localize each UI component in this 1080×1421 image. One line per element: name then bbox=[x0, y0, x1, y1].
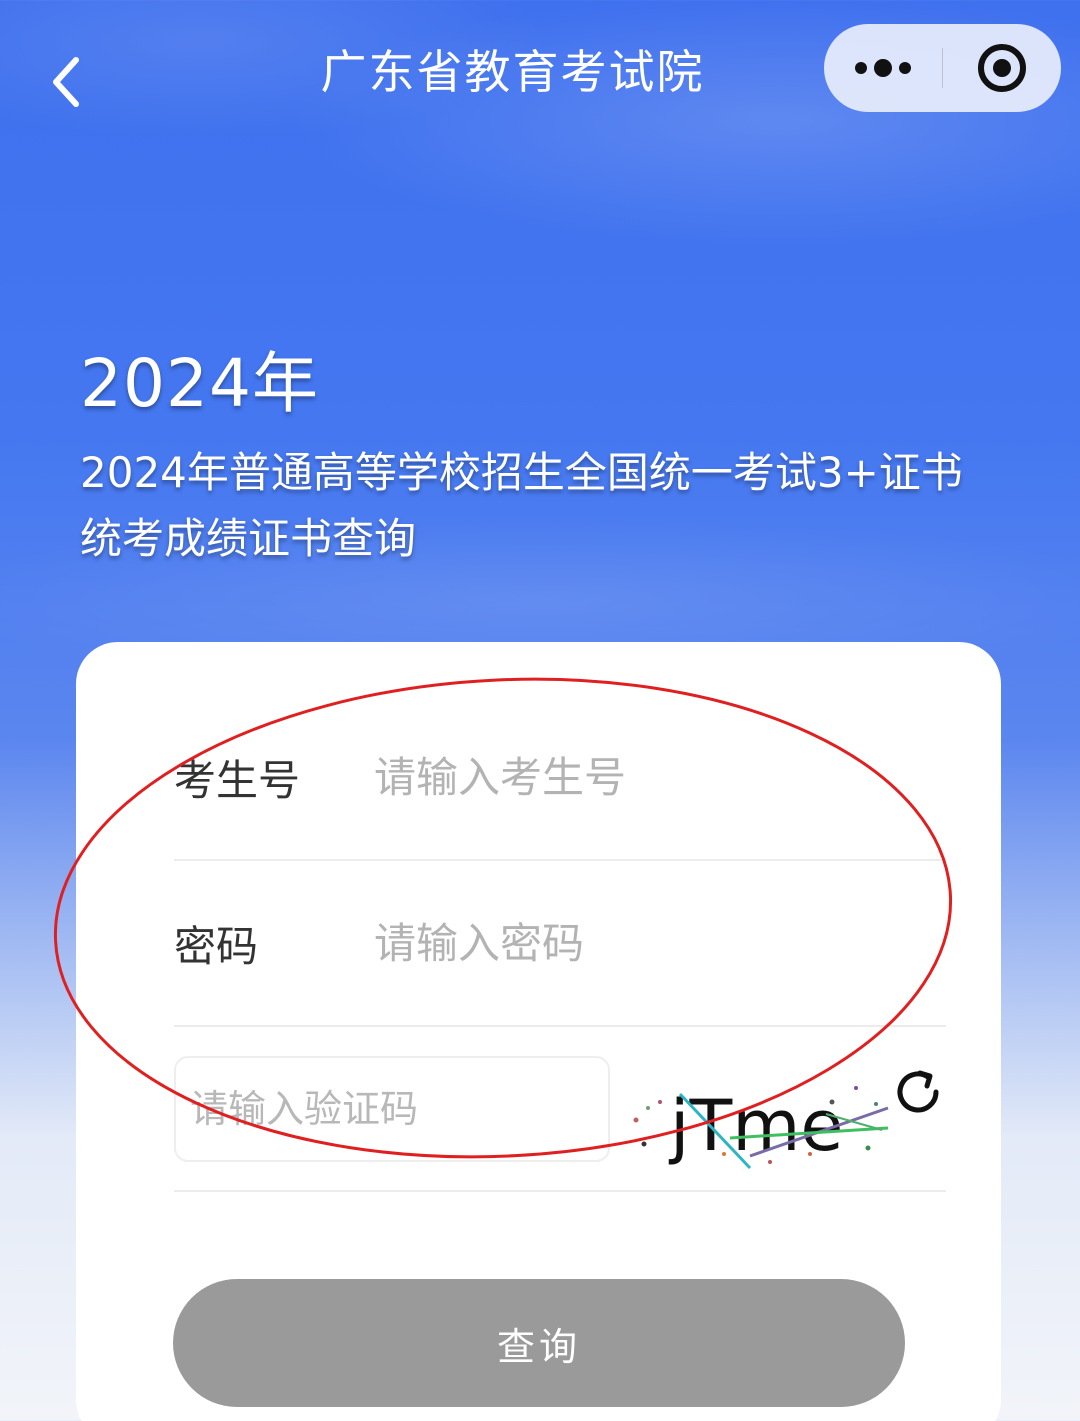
exam-id-row: 考生号 bbox=[174, 695, 946, 861]
captcha-input-box bbox=[174, 1056, 610, 1162]
password-label: 密码 bbox=[174, 921, 259, 971]
more-button[interactable] bbox=[824, 24, 942, 112]
password-input[interactable] bbox=[374, 918, 946, 968]
year-heading: 2024年 bbox=[80, 345, 319, 422]
exam-id-input[interactable] bbox=[374, 752, 946, 802]
captcha-row: jTme bbox=[174, 1024, 946, 1192]
more-dots-icon bbox=[854, 59, 911, 77]
subtitle-line-2: 统考成绩证书查询 bbox=[80, 514, 417, 563]
exam-id-label: 考生号 bbox=[174, 755, 301, 805]
captcha-image[interactable]: jTme bbox=[620, 1044, 890, 1174]
mini-program-capsule bbox=[824, 24, 1061, 112]
captcha-input[interactable] bbox=[176, 1058, 608, 1160]
query-form-card: 考生号 密码 jTme bbox=[76, 642, 1001, 1421]
headline: 2024年 2024年普通高等学校招生全国统一考试3+证书 统考成绩证书查询 bbox=[80, 330, 1020, 572]
refresh-icon[interactable] bbox=[890, 1064, 946, 1120]
subtitle: 2024年普通高等学校招生全国统一考试3+证书 统考成绩证书查询 bbox=[80, 440, 1020, 572]
password-row: 密码 bbox=[174, 861, 946, 1027]
close-button[interactable] bbox=[943, 24, 1061, 112]
query-button[interactable]: 查询 bbox=[173, 1279, 905, 1407]
navigation-bar: 广东省教育考试院 bbox=[0, 0, 1080, 140]
target-circle-icon bbox=[978, 44, 1027, 92]
subtitle-line-1: 2024年普通高等学校招生全国统一考试3+证书 bbox=[80, 448, 963, 497]
